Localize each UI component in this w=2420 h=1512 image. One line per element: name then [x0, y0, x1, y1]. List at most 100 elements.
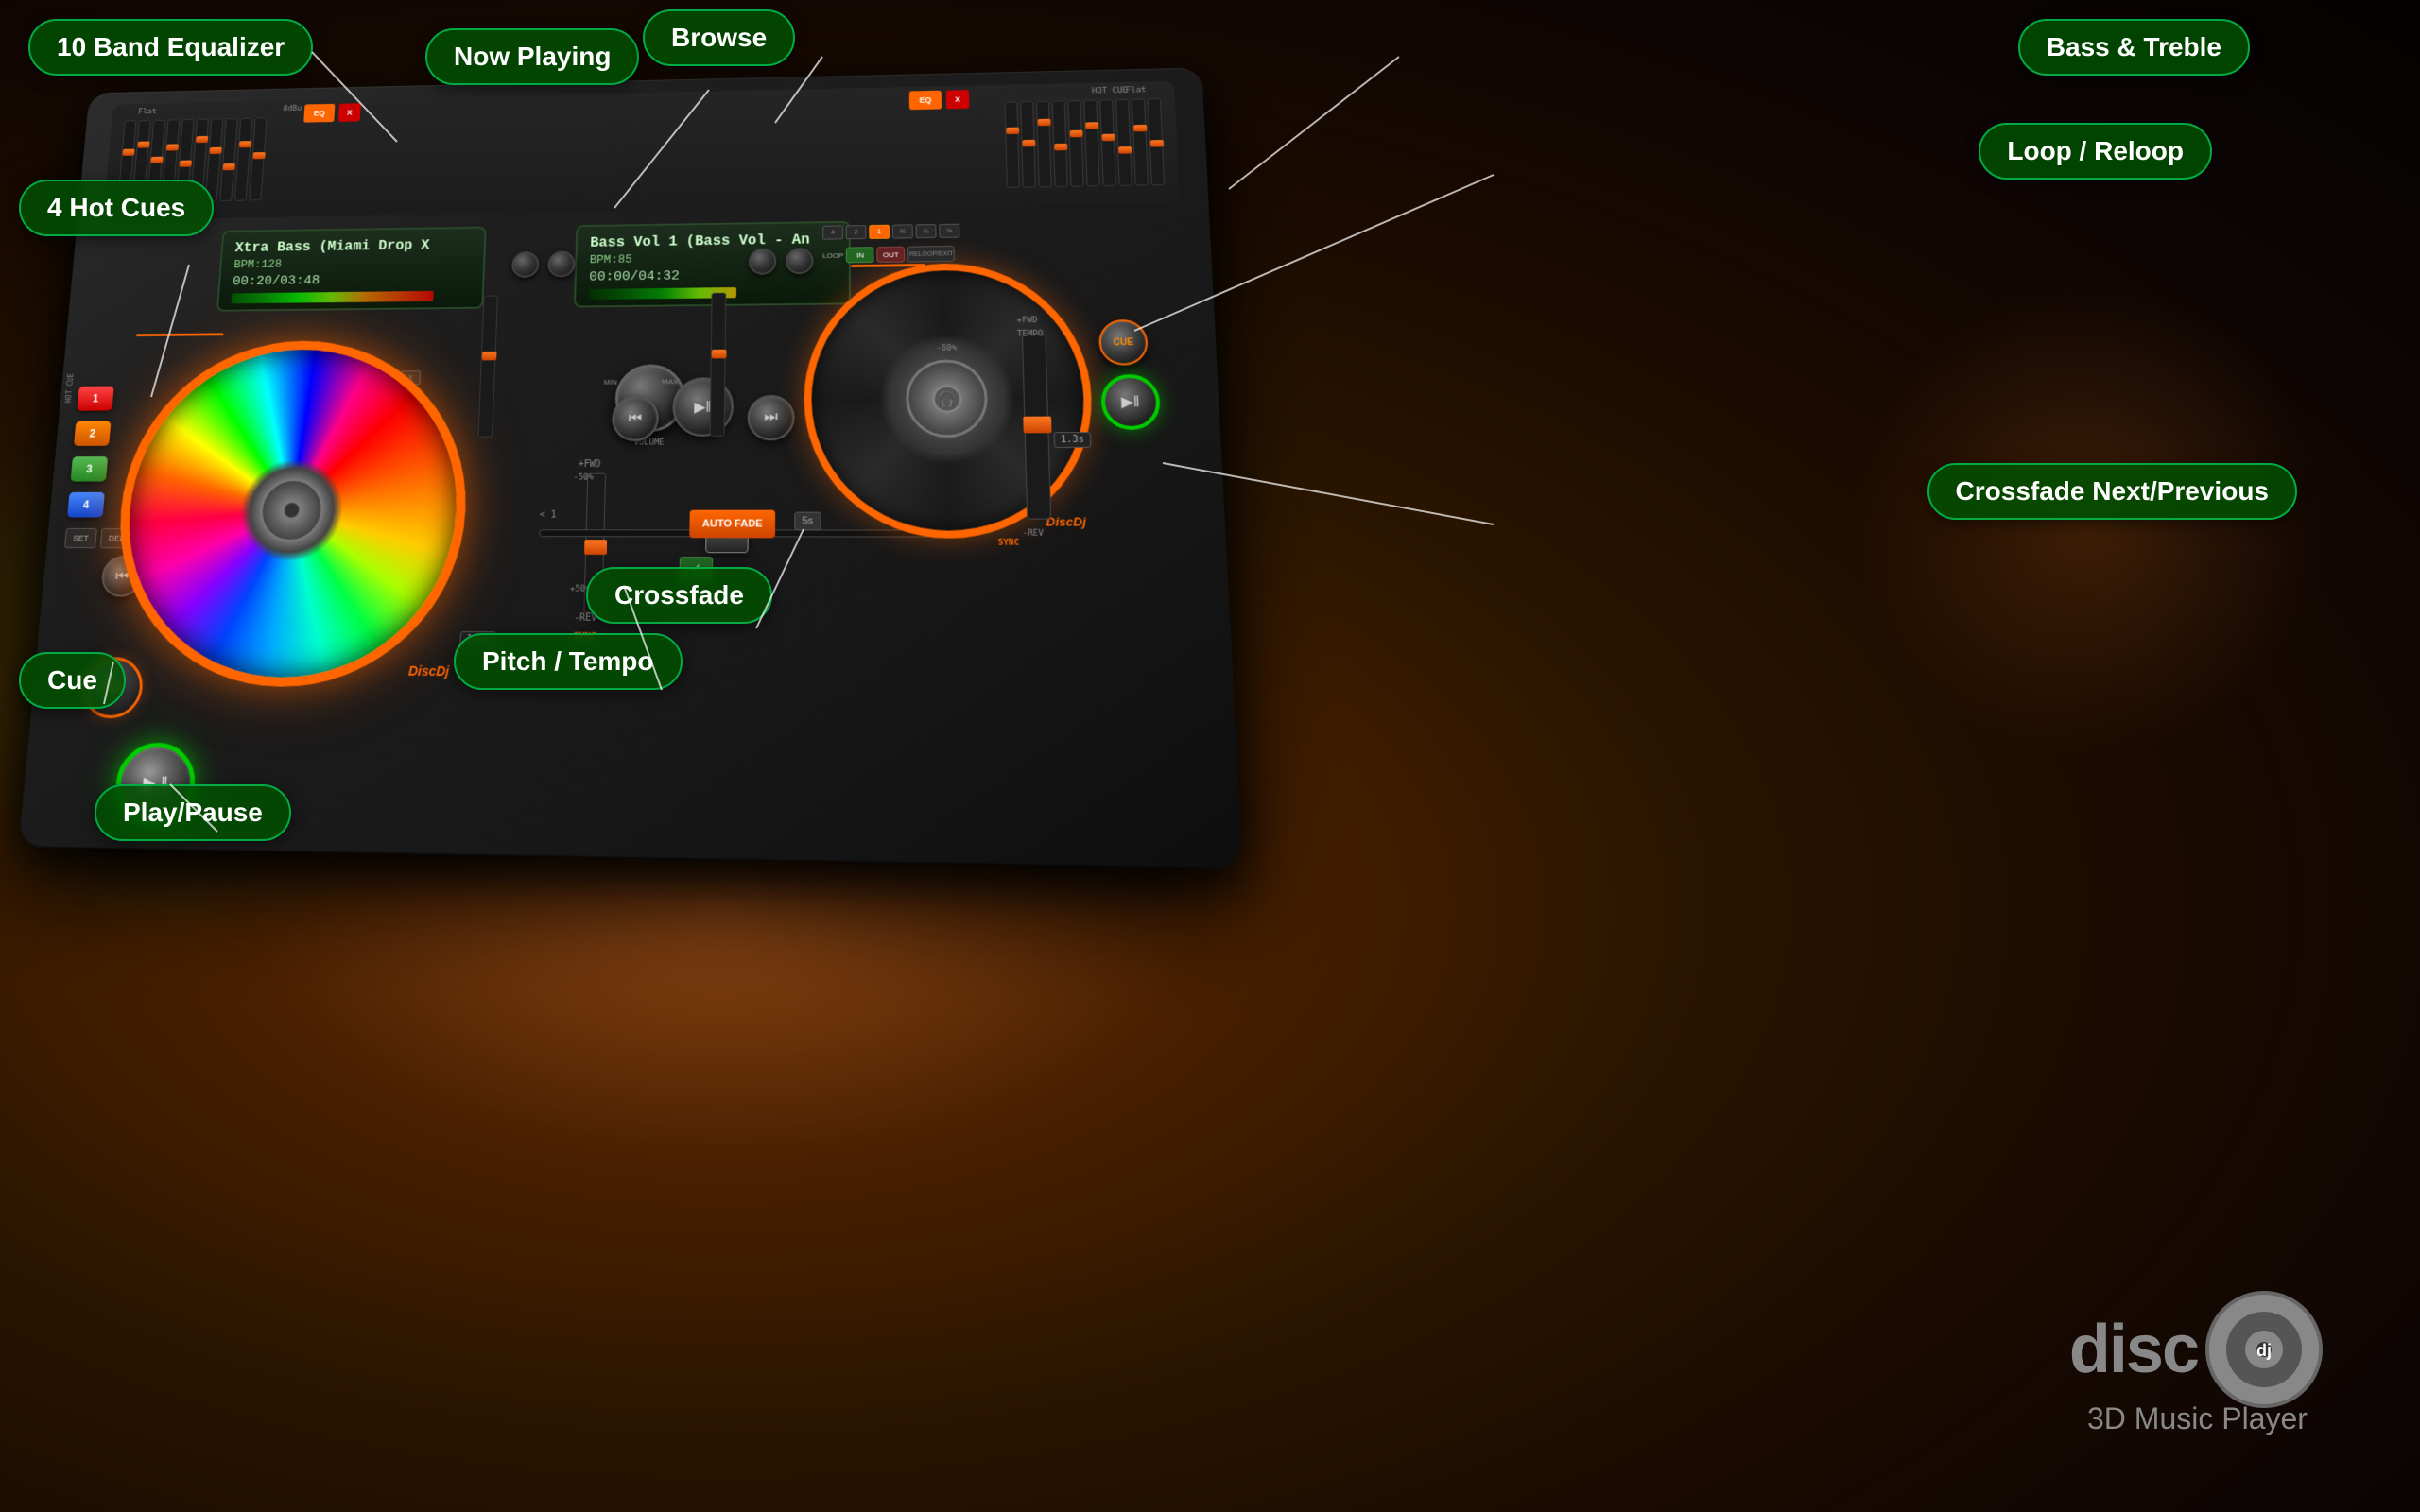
hot-cue-btn-1[interactable]: 1: [77, 387, 113, 411]
eq-flat-label-left: Flat: [138, 108, 157, 116]
loop-size-btns-right: 4 2 1 ½ ¼ ⅛: [822, 224, 959, 240]
label-now-playing-text: Now Playing: [454, 42, 611, 71]
cue-right-label: CUE: [1113, 337, 1133, 348]
hot-cue-btn-3[interactable]: 3: [71, 456, 109, 481]
r-loop-eighth-btn[interactable]: ⅛: [939, 224, 959, 238]
label-browse: Browse: [643, 9, 795, 66]
disc-center-left: [258, 478, 325, 541]
rev-label-right: -REV: [1022, 529, 1044, 539]
label-cue-text: Cue: [47, 665, 97, 695]
left-time: 00:20/03:48: [233, 271, 471, 289]
minus60-label: -60%: [936, 344, 957, 353]
sync-lbl-right-bottom: SYNC: [998, 539, 1020, 548]
label-pitch-tempo: Pitch / Tempo: [454, 633, 683, 690]
r-loop-2-btn[interactable]: 2: [846, 225, 867, 239]
5s-btn[interactable]: 5s: [794, 512, 821, 531]
channel-fader-right[interactable]: [710, 293, 727, 437]
label-crossfade-next: Crossfade Next/Previous: [1927, 463, 2297, 520]
set-button[interactable]: SET: [64, 528, 97, 548]
disc-brand-right: DiscDj: [1046, 515, 1086, 529]
deck-display-left: Xtra Bass (Miami Drop X BPM:128 00:20/03…: [216, 227, 487, 312]
time-1-3s-right: 1.3s: [1054, 432, 1092, 448]
headphone-icon-right: 🎧: [932, 385, 961, 412]
eq-fader-r6[interactable]: [1083, 100, 1099, 187]
bass-knob-left[interactable]: [547, 251, 576, 278]
r-loop-out-btn[interactable]: OUT: [877, 247, 906, 263]
eq-fader-r9[interactable]: [1132, 99, 1149, 186]
eq-fader-r7[interactable]: [1099, 99, 1116, 186]
volume-label: VOLUME: [614, 438, 684, 448]
logo-subtitle: 3D Music Player: [2069, 1401, 2325, 1436]
eq-fader-r10[interactable]: [1148, 98, 1165, 185]
label-pitch-tempo-text: Pitch / Tempo: [482, 646, 654, 676]
eq-section: Flat 8dBu EQ X Flat EQ X: [103, 81, 1180, 220]
eq-flat-label-right: Flat: [1126, 86, 1147, 95]
prev-btn-center[interactable]: ⏮: [612, 396, 659, 441]
hot-cue-vertical-label: HOT CUE: [64, 373, 75, 403]
hot-cue-btn-2[interactable]: 2: [74, 421, 112, 446]
turntable-left[interactable]: DiscDj: [106, 339, 473, 688]
auto-fade-btn[interactable]: AUTO FADE: [689, 510, 775, 539]
hot-cue-top-label: HOT CUE: [1092, 86, 1128, 95]
label-crossfade-text: Crossfade: [614, 580, 744, 610]
eq-fader-10[interactable]: [249, 117, 267, 200]
play-btn-right[interactable]: ▶‖: [1100, 374, 1161, 430]
fwd-label-right: +FWD: [1016, 316, 1037, 325]
label-now-playing: Now Playing: [425, 28, 639, 85]
eq-fader-r2[interactable]: [1020, 101, 1035, 187]
hot-cue-btn-4[interactable]: 4: [67, 492, 105, 518]
eq-button[interactable]: EQ: [303, 104, 335, 123]
channel-fader-left[interactable]: [477, 296, 497, 438]
disc-center-right: 🎧: [906, 359, 989, 438]
label-browse-text: Browse: [671, 23, 767, 52]
svg-text:dj: dj: [2256, 1341, 2272, 1360]
pitch-minus50-label: -50%: [573, 473, 594, 483]
label-crossfade: Crossfade: [586, 567, 772, 624]
r-loop-quarter-btn[interactable]: ¼: [916, 224, 937, 238]
next-btn-center[interactable]: ⏭: [747, 395, 794, 440]
loop-in-out-right: LOOP IN OUT RELOOP/EXIT: [822, 246, 955, 264]
eq-8db-label: 8dBu: [283, 105, 302, 113]
logo-disc-icon: dj: [2203, 1288, 2325, 1411]
disc-outer-right: 🎧: [804, 262, 1096, 539]
label-play-pause: Play/Pause: [95, 784, 291, 841]
cf-left-label: < 1: [540, 510, 557, 521]
eq-fader-r1[interactable]: [1005, 101, 1020, 187]
eq-button-right[interactable]: EQ: [909, 91, 942, 110]
eq-fader-r8[interactable]: [1115, 99, 1132, 186]
r-reloop-exit-btn[interactable]: RELOOP/EXIT: [908, 246, 955, 262]
left-track-title: Xtra Bass (Miami Drop X: [234, 237, 472, 256]
eq-x-button[interactable]: X: [338, 103, 361, 122]
label-loop-reloop-text: Loop / Reloop: [2007, 136, 2184, 165]
label-4-hot-cues-text: 4 Hot Cues: [47, 193, 185, 222]
eq-fader-r3[interactable]: [1036, 101, 1052, 188]
r-loop-4-btn[interactable]: 4: [822, 226, 843, 240]
label-play-pause-text: Play/Pause: [123, 798, 263, 827]
label-cue: Cue: [19, 652, 126, 709]
eq-fader-r4[interactable]: [1052, 100, 1068, 187]
turntable-right[interactable]: 🎧 DiscDj: [804, 262, 1096, 539]
r-loop-half-btn[interactable]: ½: [892, 224, 913, 238]
r-loop-in-btn[interactable]: IN: [846, 247, 874, 263]
label-bass-treble-text: Bass & Treble: [2047, 32, 2221, 61]
disc-center-dot-left: [282, 501, 301, 519]
cue-btn-right[interactable]: CUE: [1098, 319, 1149, 366]
eq-x-button-right[interactable]: X: [946, 90, 970, 109]
play-icon-right: ▶‖: [1121, 393, 1140, 412]
left-bpm: BPM:128: [233, 255, 471, 271]
left-waveform: [231, 291, 433, 303]
label-10-band-eq-text: 10 Band Equalizer: [57, 32, 285, 61]
trim-knob-left[interactable]: [511, 251, 540, 278]
vol-max-label: MAX: [662, 378, 678, 387]
pitch-handle-right: [1023, 417, 1051, 434]
discdj-logo: disc dj 3D Music Player: [2069, 1288, 2325, 1436]
tempo-fwd-label-left: +FWD: [579, 459, 601, 470]
r-loop-1-btn[interactable]: 1: [869, 225, 890, 239]
eq-fader-r5[interactable]: [1068, 100, 1084, 187]
bg-glow-right: [1853, 284, 2325, 756]
vol-min-label: MIN: [604, 378, 618, 387]
label-bass-treble: Bass & Treble: [2018, 19, 2250, 76]
accent-strip-1: [136, 333, 224, 336]
disc-outer-left: [106, 339, 473, 688]
logo-disc-text: disc: [2069, 1311, 2198, 1388]
